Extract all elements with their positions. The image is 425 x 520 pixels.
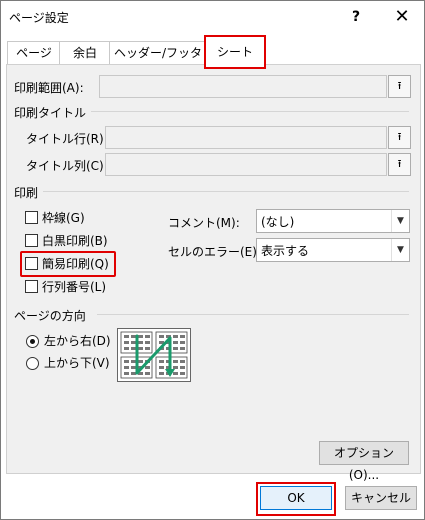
checkbox-box[interactable] bbox=[25, 211, 38, 224]
comments-select[interactable]: (なし) ▼ bbox=[256, 209, 410, 233]
black-white-checkbox[interactable]: 白黒印刷(B) bbox=[25, 232, 108, 250]
dialog-title: ページ設定 bbox=[9, 11, 69, 25]
over-then-down-label: 上から下(V) bbox=[44, 356, 110, 370]
ok-button[interactable]: OK bbox=[260, 486, 332, 510]
cancel-button[interactable]: キャンセル bbox=[345, 486, 417, 510]
print-area-pick-button[interactable]: ⭱ bbox=[388, 75, 411, 98]
title-row-input[interactable] bbox=[105, 126, 387, 149]
gridlines-checkbox[interactable]: 枠線(G) bbox=[25, 209, 85, 227]
down-then-over-radio[interactable]: 左から右(D) bbox=[26, 332, 111, 350]
title-bar: ページ設定 ? ✕ bbox=[1, 1, 424, 32]
cell-errors-label: セルのエラー(E): bbox=[168, 245, 261, 259]
divider bbox=[43, 191, 409, 192]
comments-value: (なし) bbox=[261, 215, 295, 229]
print-area-label: 印刷範囲(A): bbox=[14, 81, 84, 95]
draft-quality-checkbox[interactable]: 簡易印刷(Q) bbox=[25, 255, 109, 273]
page-order-diagram-icon bbox=[120, 331, 188, 379]
close-button[interactable]: ✕ bbox=[387, 5, 417, 29]
print-section-label: 印刷 bbox=[14, 186, 39, 200]
chevron-down-icon: ▼ bbox=[391, 239, 409, 261]
chevron-down-icon: ▼ bbox=[391, 210, 409, 232]
cell-errors-select[interactable]: 表示する ▼ bbox=[256, 238, 410, 262]
over-then-down-radio[interactable]: 上から下(V) bbox=[26, 354, 110, 372]
collapse-dialog-icon: ⭱ bbox=[397, 79, 402, 92]
black-white-label: 白黒印刷(B) bbox=[42, 234, 108, 248]
divider bbox=[91, 111, 409, 112]
tab-page[interactable]: ページ bbox=[7, 41, 61, 65]
tab-margins[interactable]: 余白 bbox=[59, 41, 111, 65]
title-col-pick-button[interactable]: ⭱ bbox=[388, 153, 411, 176]
title-row-pick-button[interactable]: ⭱ bbox=[388, 126, 411, 149]
row-col-headings-checkbox[interactable]: 行列番号(L) bbox=[25, 278, 106, 296]
down-then-over-label: 左から右(D) bbox=[44, 334, 111, 348]
comments-label: コメント(M): bbox=[168, 216, 240, 230]
tab-header-footer[interactable]: ヘッダー/フッター bbox=[109, 41, 207, 83]
checkbox-box[interactable] bbox=[25, 257, 38, 270]
page-order-preview bbox=[117, 328, 191, 382]
page-setup-dialog: ページ設定 ? ✕ ページ 余白 ヘッダー/フッター シート 印刷範囲(A): … bbox=[0, 0, 425, 520]
radio-button[interactable] bbox=[26, 357, 39, 370]
page-order-section-label: ページの方向 bbox=[14, 309, 86, 323]
title-col-label: タイトル列(C): bbox=[26, 159, 108, 173]
print-titles-section-label: 印刷タイトル bbox=[14, 106, 87, 120]
row-col-headings-label: 行列番号(L) bbox=[42, 280, 107, 294]
help-button[interactable]: ? bbox=[341, 5, 371, 29]
draft-quality-label: 簡易印刷(Q) bbox=[42, 257, 109, 271]
tab-strip: ページ 余白 ヘッダー/フッター シート bbox=[5, 35, 420, 83]
tab-sheet[interactable]: シート bbox=[204, 35, 266, 69]
collapse-dialog-icon: ⭱ bbox=[397, 157, 402, 170]
cell-errors-value: 表示する bbox=[261, 244, 310, 258]
title-row-label: タイトル行(R): bbox=[26, 132, 108, 146]
checkbox-box[interactable] bbox=[25, 280, 38, 293]
options-button[interactable]: オプション(O)... bbox=[319, 441, 409, 482]
collapse-dialog-icon: ⭱ bbox=[397, 130, 402, 143]
divider bbox=[97, 314, 409, 315]
checkbox-box[interactable] bbox=[25, 234, 38, 247]
radio-button[interactable] bbox=[26, 335, 39, 348]
title-col-input[interactable] bbox=[105, 153, 387, 176]
print-area-input[interactable] bbox=[99, 75, 387, 98]
gridlines-label: 枠線(G) bbox=[42, 211, 85, 225]
